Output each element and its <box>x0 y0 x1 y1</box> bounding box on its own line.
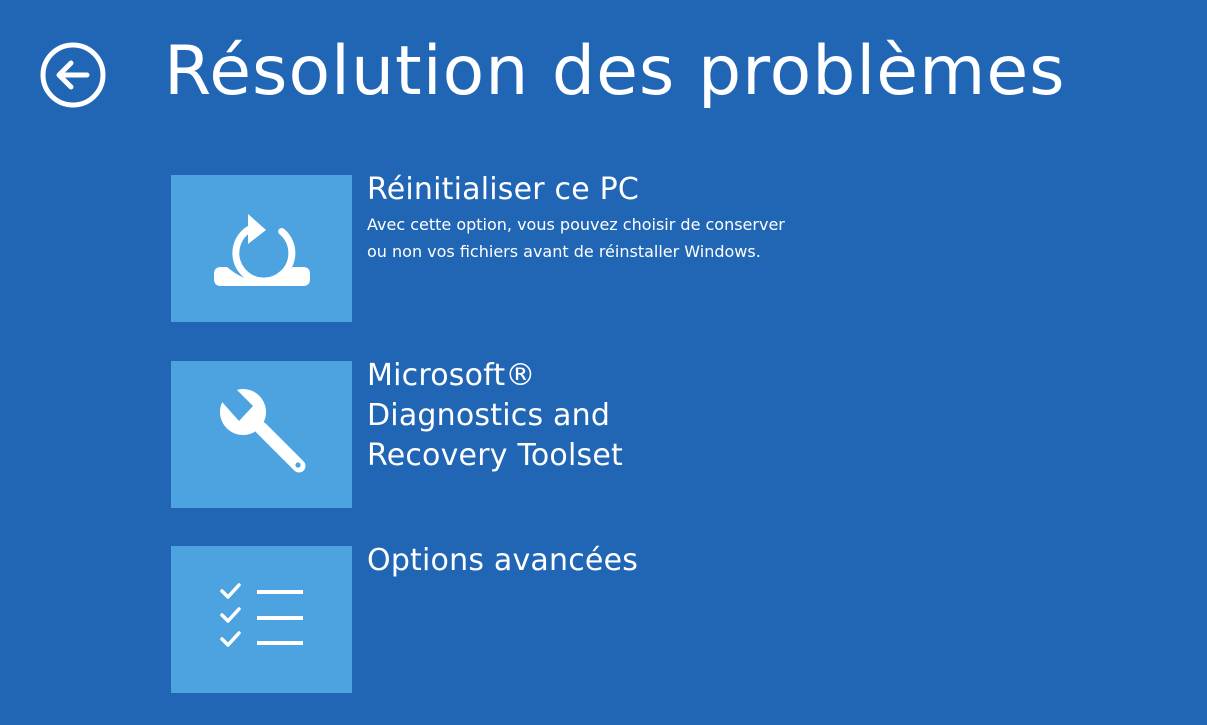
wrench-icon <box>215 386 306 473</box>
reset-pc-description: Avec cette option, vous pouvez choisir d… <box>367 215 785 261</box>
back-button[interactable] <box>40 42 106 108</box>
page-title: Résolution des problèmes <box>164 32 1066 111</box>
advanced-options-option[interactable]: Options avancées <box>171 543 931 693</box>
advanced-options-title: Options avancées <box>367 543 639 578</box>
back-arrow-circle-icon <box>40 42 106 108</box>
dart-option[interactable]: Microsoft® Diagnostics and Recovery Tool… <box>171 358 931 508</box>
checklist-icon <box>220 583 303 647</box>
dart-title: Microsoft® Diagnostics and Recovery Tool… <box>367 358 623 473</box>
reset-pc-tile[interactable] <box>171 175 352 322</box>
reset-pc-option[interactable]: Réinitialiser ce PC Avec cette option, v… <box>171 172 931 322</box>
advanced-options-tile[interactable] <box>171 546 352 693</box>
reset-pc-title: Réinitialiser ce PC <box>367 172 640 207</box>
reset-pc-icon <box>214 214 310 286</box>
dart-tile[interactable] <box>171 361 352 508</box>
